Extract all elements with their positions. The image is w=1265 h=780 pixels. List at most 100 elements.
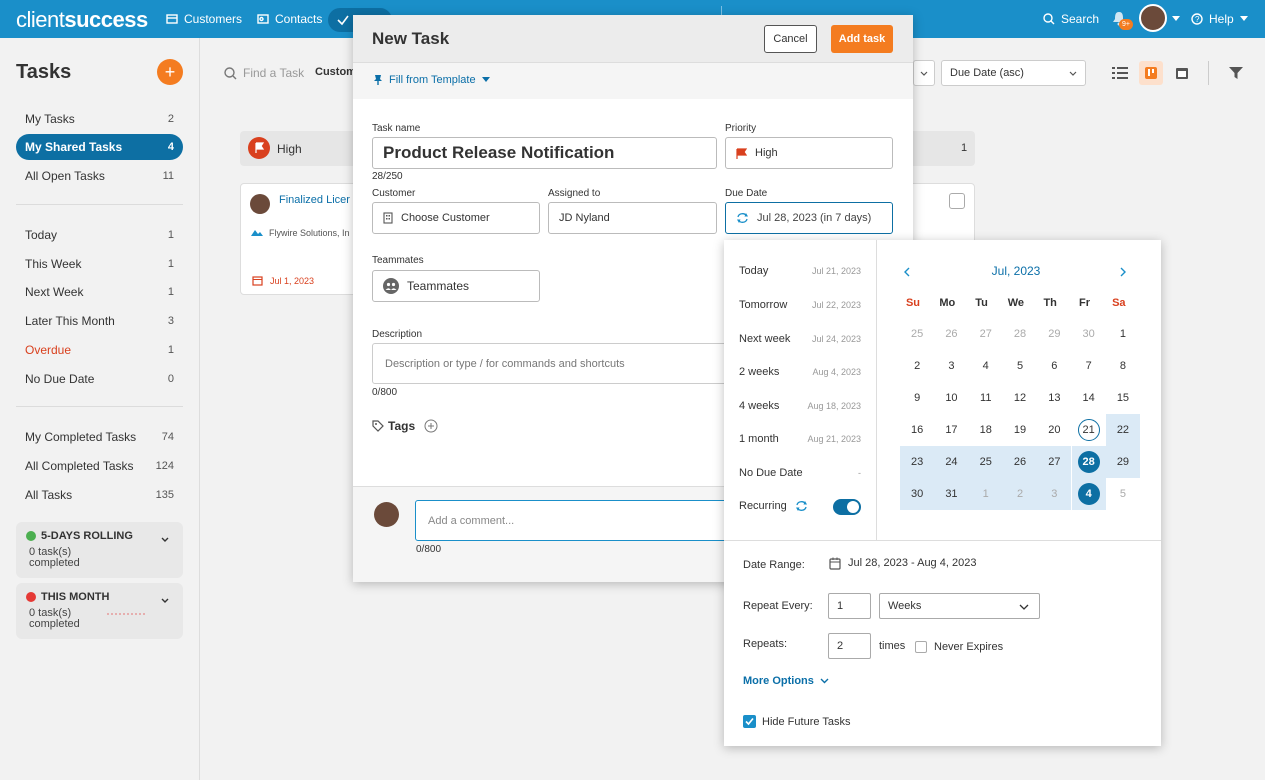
cancel-button[interactable]: Cancel bbox=[764, 25, 817, 53]
calendar-day[interactable]: 11 bbox=[969, 382, 1003, 414]
repeat-every-input[interactable]: 1 bbox=[828, 593, 871, 619]
more-options-link[interactable]: More Options bbox=[743, 675, 829, 687]
task-card-title[interactable]: Finalized Licer bbox=[279, 194, 357, 206]
calendar-day[interactable]: 4 bbox=[1071, 478, 1106, 510]
calendar-day[interactable]: 6 bbox=[1037, 350, 1071, 382]
calendar-day[interactable]: 25 bbox=[900, 318, 934, 350]
add-tag-icon[interactable] bbox=[424, 419, 438, 433]
calendar-day[interactable]: 1 bbox=[1106, 318, 1140, 350]
calendar-day[interactable]: 28 bbox=[1071, 446, 1106, 478]
calendar-day[interactable]: 27 bbox=[969, 318, 1003, 350]
comment-input[interactable]: Add a comment... bbox=[415, 500, 735, 541]
group-select[interactable] bbox=[913, 60, 935, 86]
nav-search[interactable]: Search bbox=[1043, 0, 1099, 38]
calendar-day[interactable]: 3 bbox=[934, 350, 968, 382]
calendar-day[interactable]: 21 bbox=[1072, 414, 1106, 446]
calendar-day[interactable]: 8 bbox=[1106, 350, 1140, 382]
calendar-day[interactable]: 17 bbox=[934, 414, 968, 446]
teammates-select[interactable]: Teammates bbox=[372, 270, 540, 302]
calendar-day[interactable]: 28 bbox=[1003, 318, 1037, 350]
quick-date-today[interactable]: Today Jul 21, 2023 bbox=[739, 265, 861, 277]
add-task-submit-button[interactable]: Add task bbox=[831, 25, 893, 53]
calendar-day[interactable]: 30 bbox=[1072, 318, 1106, 350]
nav-help[interactable]: ? Help bbox=[1191, 0, 1248, 38]
calendar-day[interactable]: 3 bbox=[1037, 478, 1072, 510]
board-view-button[interactable] bbox=[1139, 61, 1163, 85]
sidebar-item-all-tasks[interactable]: All Tasks 135 bbox=[16, 482, 183, 508]
prev-month-icon[interactable] bbox=[903, 267, 911, 277]
chevron-down-icon[interactable] bbox=[1172, 16, 1180, 22]
quick-date-4-weeks[interactable]: 4 weeks Aug 18, 2023 bbox=[739, 400, 861, 412]
calendar-day[interactable]: 9 bbox=[900, 382, 934, 414]
sidebar-item-next-week[interactable]: Next Week 1 bbox=[16, 279, 183, 305]
calendar-day[interactable]: 2 bbox=[1002, 478, 1038, 510]
calendar-day[interactable]: 31 bbox=[934, 478, 969, 510]
sidebar-item-my-completed-tasks[interactable]: My Completed Tasks 74 bbox=[16, 424, 183, 450]
calendar-day[interactable]: 4 bbox=[969, 350, 1003, 382]
sidebar-item-overdue[interactable]: Overdue 1 bbox=[16, 337, 183, 363]
calendar-day[interactable]: 24 bbox=[934, 446, 969, 478]
quick-date-1-month[interactable]: 1 month Aug 21, 2023 bbox=[739, 433, 861, 445]
hide-future-checkbox[interactable] bbox=[743, 715, 756, 728]
quick-date-no-due-date[interactable]: No Due Date - bbox=[739, 467, 861, 479]
chevron-down-icon[interactable] bbox=[161, 537, 169, 543]
app-logo[interactable]: clientsuccess bbox=[16, 7, 148, 33]
quick-date-2-weeks[interactable]: 2 weeks Aug 4, 2023 bbox=[739, 366, 861, 378]
description-editor[interactable]: Description or type / for commands and s… bbox=[372, 343, 734, 384]
quick-date-tomorrow[interactable]: Tomorrow Jul 22, 2023 bbox=[739, 299, 861, 311]
calendar-day[interactable]: 23 bbox=[900, 446, 935, 478]
assigned-select[interactable]: JD Nyland bbox=[548, 202, 717, 234]
fill-from-template-dropdown[interactable]: Fill from Template bbox=[373, 74, 490, 86]
list-view-button[interactable] bbox=[1108, 61, 1132, 85]
calendar-day[interactable]: 19 bbox=[1003, 414, 1037, 446]
calendar-day[interactable]: 22 bbox=[1105, 414, 1141, 446]
sidebar-item-all-completed-tasks[interactable]: All Completed Tasks 124 bbox=[16, 453, 183, 479]
calendar-view-button[interactable] bbox=[1170, 61, 1194, 85]
quick-date-next-week[interactable]: Next week Jul 24, 2023 bbox=[739, 333, 861, 345]
nav-customers[interactable]: Customers bbox=[166, 0, 242, 38]
customer-filter[interactable]: Custom bbox=[315, 66, 356, 78]
next-month-icon[interactable] bbox=[1119, 267, 1127, 277]
never-expires-checkbox[interactable] bbox=[915, 641, 927, 653]
sort-select[interactable]: Due Date (asc) bbox=[941, 60, 1086, 86]
priority-select[interactable]: High bbox=[725, 137, 893, 169]
filter-button[interactable] bbox=[1224, 61, 1248, 85]
calendar-day[interactable]: 14 bbox=[1072, 382, 1106, 414]
calendar-day[interactable]: 10 bbox=[934, 382, 968, 414]
calendar-day[interactable]: 26 bbox=[1002, 446, 1038, 478]
calendar-day[interactable]: 7 bbox=[1072, 350, 1106, 382]
customer-select[interactable]: Choose Customer bbox=[372, 202, 540, 234]
calendar-day[interactable]: 26 bbox=[934, 318, 968, 350]
sidebar-item-later-this-month[interactable]: Later This Month 3 bbox=[16, 308, 183, 334]
add-task-button[interactable]: + bbox=[157, 59, 183, 85]
calendar-day[interactable]: 27 bbox=[1037, 446, 1072, 478]
calendar-day[interactable]: 12 bbox=[1003, 382, 1037, 414]
sidebar-item-no-due-date[interactable]: No Due Date 0 bbox=[16, 366, 183, 392]
calendar-day[interactable]: 5 bbox=[1003, 350, 1037, 382]
calendar-day[interactable]: 2 bbox=[900, 350, 934, 382]
task-name-input[interactable]: Product Release Notification bbox=[372, 137, 717, 169]
calendar-day[interactable]: 5 bbox=[1106, 478, 1140, 510]
chevron-down-icon[interactable] bbox=[161, 598, 169, 604]
calendar-day[interactable]: 29 bbox=[1105, 446, 1141, 478]
calendar-day[interactable]: 20 bbox=[1037, 414, 1071, 446]
nav-contacts[interactable]: Contacts bbox=[257, 0, 322, 38]
sidebar-item-my-tasks[interactable]: My Tasks 2 bbox=[16, 106, 183, 132]
task-search[interactable]: Find a Task bbox=[224, 66, 304, 80]
calendar-day[interactable]: 18 bbox=[969, 414, 1003, 446]
calendar-day[interactable]: 29 bbox=[1037, 318, 1071, 350]
calendar-day[interactable]: 16 bbox=[900, 414, 934, 446]
due-date-input[interactable]: Jul 28, 2023 (in 7 days) bbox=[725, 202, 893, 234]
sidebar-item-this-week[interactable]: This Week 1 bbox=[16, 251, 183, 277]
calendar-day[interactable]: 30 bbox=[900, 478, 935, 510]
calendar-day[interactable]: 13 bbox=[1037, 382, 1071, 414]
calendar-day[interactable]: 15 bbox=[1106, 382, 1140, 414]
repeat-unit-select[interactable]: Weeks bbox=[879, 593, 1040, 619]
sidebar-item-today[interactable]: Today 1 bbox=[16, 222, 183, 248]
sidebar-item-all-open-tasks[interactable]: All Open Tasks 11 bbox=[16, 163, 183, 189]
calendar-day[interactable]: 25 bbox=[968, 446, 1003, 478]
task-card-checkbox[interactable] bbox=[949, 193, 965, 209]
avatar[interactable] bbox=[1139, 4, 1167, 32]
sidebar-item-my-shared-tasks[interactable]: My Shared Tasks 4 bbox=[16, 134, 183, 160]
calendar-day[interactable]: 1 bbox=[968, 478, 1003, 510]
